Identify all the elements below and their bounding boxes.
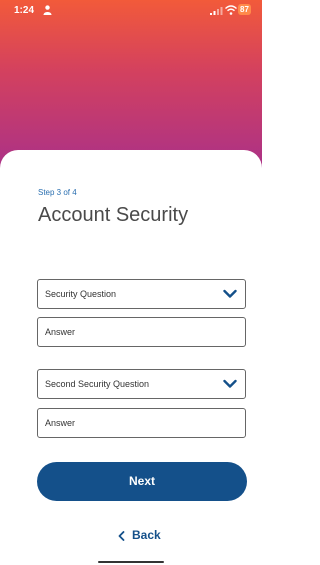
- back-label: Back: [132, 528, 161, 542]
- status-time: 1:24: [14, 5, 35, 16]
- page-title: Account Security: [38, 204, 189, 226]
- security-question-select[interactable]: Security Question: [37, 279, 246, 309]
- battery-indicator: 87: [238, 4, 251, 15]
- step-indicator: Step 3 of 4: [38, 188, 77, 197]
- next-button[interactable]: Next: [37, 462, 247, 501]
- second-answer-placeholder: Answer: [45, 418, 76, 428]
- answer-placeholder: Answer: [45, 327, 76, 337]
- signal-icon: [210, 7, 223, 15]
- chevron-down-icon: [223, 289, 237, 298]
- person-icon: [43, 5, 52, 15]
- second-security-question-label: Second Security Question: [45, 379, 150, 389]
- second-answer-field[interactable]: Answer: [37, 408, 246, 438]
- header-gradient: [0, 0, 262, 175]
- answer-field[interactable]: Answer: [37, 317, 246, 347]
- second-security-question-select[interactable]: Second Security Question: [37, 369, 246, 399]
- chevron-down-icon: [223, 379, 237, 388]
- home-indicator: [98, 561, 164, 563]
- status-bar: 1:24 87: [0, 0, 262, 22]
- wifi-icon: [225, 5, 237, 15]
- chevron-left-icon: [118, 531, 125, 541]
- security-question-label: Security Question: [45, 289, 117, 299]
